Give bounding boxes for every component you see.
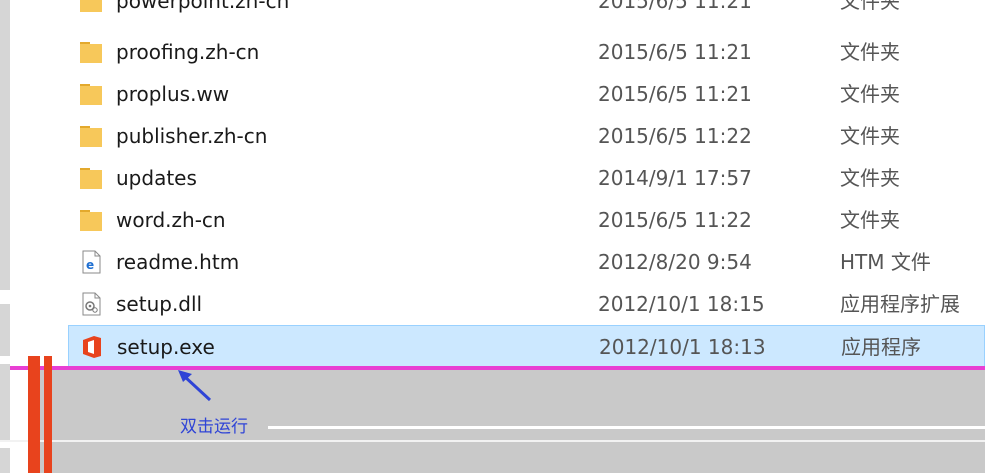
folder-icon xyxy=(80,210,102,231)
file-row-setup-dll[interactable]: setup.dll 2012/10/1 18:15 应用程序扩展 xyxy=(68,283,985,325)
file-row-powerpoint[interactable]: powerpoint.zh-cn 2015/6/5 11:21 文件夹 xyxy=(68,0,985,22)
folder-icon xyxy=(80,42,102,63)
folder-icon xyxy=(80,0,102,12)
file-date: 2015/6/5 11:21 xyxy=(598,40,752,64)
file-date: 2015/6/5 11:21 xyxy=(598,0,752,13)
annotation-double-click-run: 双击运行 xyxy=(180,417,248,437)
file-type: 文件夹 xyxy=(840,124,900,148)
file-date: 2012/10/1 18:15 xyxy=(598,292,765,316)
file-date: 2012/8/20 9:54 xyxy=(598,250,752,274)
pointer-arrow-icon xyxy=(178,370,212,402)
file-name[interactable]: publisher.zh-cn xyxy=(116,123,267,149)
screenshot-glitch-area: 双击运行 xyxy=(0,356,985,473)
file-name[interactable]: readme.htm xyxy=(116,249,239,275)
file-name[interactable]: word.zh-cn xyxy=(116,207,226,233)
folder-icon xyxy=(80,126,102,147)
white-artifact-stripe xyxy=(0,440,985,442)
folder-icon xyxy=(80,168,102,189)
file-date: 2014/9/1 17:57 xyxy=(598,166,752,190)
file-type: 应用程序扩展 xyxy=(840,292,960,316)
red-artifact-bar xyxy=(44,356,52,473)
file-date: 2015/6/5 11:22 xyxy=(598,124,752,148)
file-row-proplus[interactable]: proplus.ww 2015/6/5 11:21 文件夹 xyxy=(68,73,985,115)
file-type: 文件夹 xyxy=(840,0,900,13)
magenta-artifact-line xyxy=(10,366,985,370)
file-type: 文件夹 xyxy=(840,40,900,64)
white-artifact-stripe xyxy=(268,426,985,429)
file-date: 2015/6/5 11:22 xyxy=(598,208,752,232)
file-name[interactable]: updates xyxy=(116,165,197,191)
file-name[interactable]: proplus.ww xyxy=(116,81,229,107)
file-row-word[interactable]: word.zh-cn 2015/6/5 11:22 文件夹 xyxy=(68,199,985,241)
file-date: 2015/6/5 11:21 xyxy=(598,82,752,106)
folder-icon xyxy=(80,84,102,105)
red-artifact-bar xyxy=(28,356,40,473)
gray-artifact-block xyxy=(30,370,985,473)
dll-file-icon xyxy=(82,292,101,316)
file-name[interactable]: proofing.zh-cn xyxy=(116,39,259,65)
file-type: 文件夹 xyxy=(840,166,900,190)
html-file-icon: e xyxy=(82,250,101,274)
file-type: HTM 文件 xyxy=(840,250,931,274)
svg-text:e: e xyxy=(86,258,94,272)
file-row-updates[interactable]: updates 2014/9/1 17:57 文件夹 xyxy=(68,157,985,199)
file-row-publisher[interactable]: publisher.zh-cn 2015/6/5 11:22 文件夹 xyxy=(68,115,985,157)
file-row-readme[interactable]: e readme.htm 2012/8/20 9:54 HTM 文件 xyxy=(68,241,985,283)
file-type: 文件夹 xyxy=(840,208,900,232)
file-name[interactable]: powerpoint.zh-cn xyxy=(116,0,289,14)
file-list: powerpoint.zh-cn 2015/6/5 11:21 文件夹 proo… xyxy=(68,0,985,367)
file-type: 文件夹 xyxy=(840,82,900,106)
file-row-proofing[interactable]: proofing.zh-cn 2015/6/5 11:21 文件夹 xyxy=(68,31,985,73)
file-name[interactable]: setup.dll xyxy=(116,291,202,317)
